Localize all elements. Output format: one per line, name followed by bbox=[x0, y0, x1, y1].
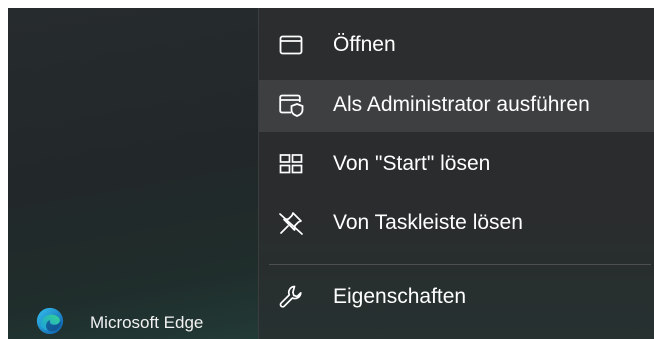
menu-item-label: Öffnen bbox=[333, 33, 396, 56]
menu-item-open[interactable]: Öffnen bbox=[259, 20, 654, 72]
window-icon bbox=[279, 35, 303, 55]
menu-item-properties[interactable]: Eigenschaften bbox=[259, 272, 654, 324]
edge-icon bbox=[36, 307, 64, 335]
menu-item-unpin-start[interactable]: Von "Start" lösen bbox=[259, 139, 654, 191]
menu-item-label: Eigenschaften bbox=[333, 285, 467, 308]
menu-item-label: Von "Start" lösen bbox=[333, 152, 491, 175]
start-menu-panel: Microsoft Edge bbox=[8, 8, 258, 339]
tiles-icon bbox=[279, 154, 303, 174]
menu-item-label: Als Administrator ausführen bbox=[333, 93, 590, 116]
shield-window-icon bbox=[279, 94, 304, 117]
screenshot-frame: Microsoft Edge Öffnen Als Administrator … bbox=[8, 8, 654, 339]
unpin-icon bbox=[279, 212, 303, 235]
wrench-icon bbox=[279, 285, 302, 308]
menu-separator bbox=[269, 264, 651, 265]
app-label: Microsoft Edge bbox=[90, 313, 204, 332]
app-tile-microsoft-edge[interactable]: Microsoft Edge bbox=[8, 304, 258, 339]
menu-item-unpin-taskbar[interactable]: Von Taskleiste lösen bbox=[259, 198, 654, 250]
context-menu: Öffnen Als Administrator ausführen Von "… bbox=[258, 8, 654, 339]
menu-item-run-as-admin[interactable]: Als Administrator ausführen bbox=[259, 80, 654, 132]
menu-item-label: Von Taskleiste lösen bbox=[333, 211, 523, 234]
